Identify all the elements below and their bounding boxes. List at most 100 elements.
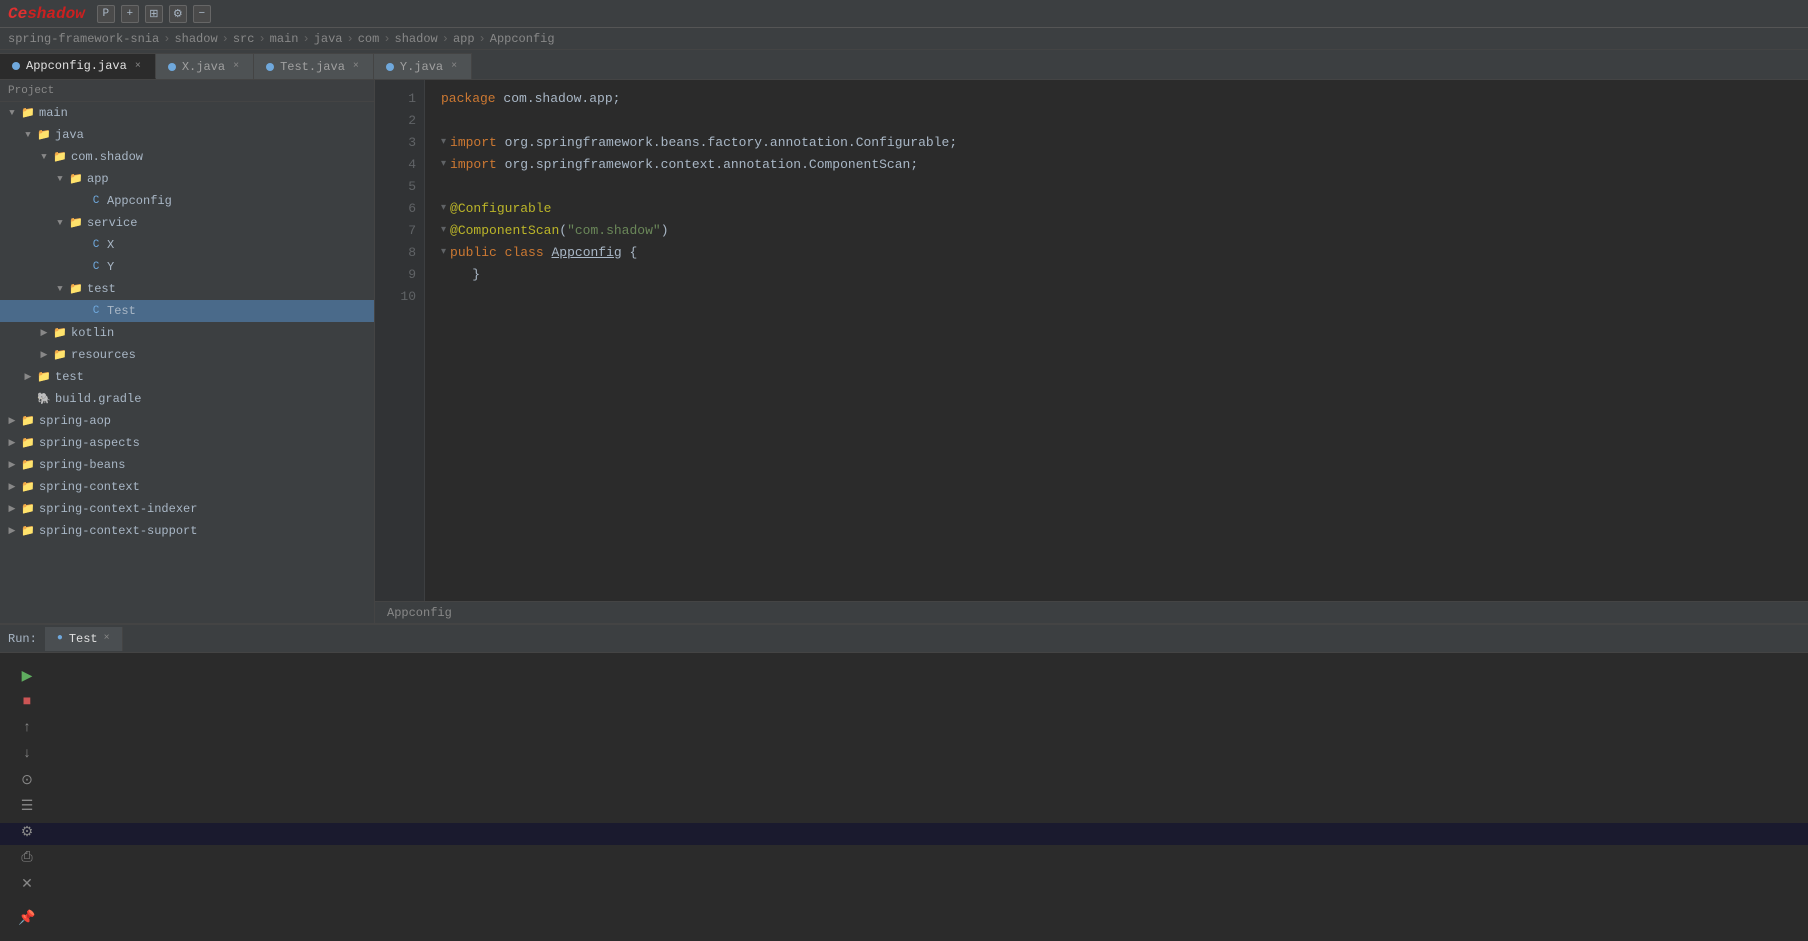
split-icon[interactable]: ⊞ xyxy=(145,5,163,23)
tree-label-java: java xyxy=(55,128,84,142)
run-camera-button[interactable]: ⊙ xyxy=(16,769,38,791)
code-line-1: package com.shadow.app; xyxy=(441,88,1792,110)
tree-item-resources[interactable]: ▶ 📁 resources xyxy=(0,344,374,366)
tree-label-spring-aop: spring-aop xyxy=(39,414,111,428)
line-numbers: 1 2 3 4 5 6 7 8 9 10 xyxy=(375,80,425,601)
add-icon[interactable]: + xyxy=(121,5,139,23)
tree-item-app[interactable]: ▼ 📁 app xyxy=(0,168,374,190)
run-settings-button[interactable]: ⚙ xyxy=(16,821,38,843)
tree-label-appconfig: Appconfig xyxy=(107,194,172,208)
tree-label-y: Y xyxy=(107,260,114,274)
tree-item-test-folder[interactable]: ▼ 📁 test xyxy=(0,278,374,300)
tab-close-y[interactable]: × xyxy=(449,60,459,73)
tab-appconfig[interactable]: Appconfig.java × xyxy=(0,53,156,79)
tree-item-com-shadow[interactable]: ▼ 📁 com.shadow xyxy=(0,146,374,168)
arrow-resources: ▶ xyxy=(36,350,52,360)
tab-dot-test xyxy=(266,63,274,71)
arrow-com-shadow: ▼ xyxy=(36,152,52,162)
tree-item-appconfig[interactable]: C Appconfig xyxy=(0,190,374,212)
sidebar: Project ▼ 📁 main ▼ 📁 java ▼ 📁 com.shadow… xyxy=(0,80,375,623)
minimize-icon[interactable]: − xyxy=(193,5,211,23)
tree-item-spring-context[interactable]: ▶ 📁 spring-context xyxy=(0,476,374,498)
arrow-java: ▼ xyxy=(20,130,36,140)
run-delete-button[interactable]: ✕ xyxy=(16,873,38,895)
tree-item-spring-context-support[interactable]: ▶ 📁 spring-context-support xyxy=(0,520,374,542)
tab-close-x[interactable]: × xyxy=(231,60,241,73)
tree-item-spring-context-indexer[interactable]: ▶ 📁 spring-context-indexer xyxy=(0,498,374,520)
run-arrow-up-button[interactable]: ↑ xyxy=(16,717,38,739)
code-line-5 xyxy=(441,176,1792,198)
run-tab-label-test: Test xyxy=(69,632,98,646)
tab-close-appconfig[interactable]: × xyxy=(133,60,143,73)
tree-item-y[interactable]: C Y xyxy=(0,256,374,278)
tree-item-test-root[interactable]: ▶ 📁 test xyxy=(0,366,374,388)
tree-label-service: service xyxy=(87,216,137,230)
folder-icon-main: 📁 xyxy=(20,106,36,120)
run-tab-dot: ● xyxy=(57,633,63,644)
tree-item-main[interactable]: ▼ 📁 main xyxy=(0,102,374,124)
tab-y[interactable]: Y.java × xyxy=(374,53,472,79)
project-icon[interactable]: P xyxy=(97,5,115,23)
tree-item-java[interactable]: ▼ 📁 java xyxy=(0,124,374,146)
tab-test[interactable]: Test.java × xyxy=(254,53,374,79)
brand-logo: Ceshadow xyxy=(8,5,85,23)
arrow-spring-aspects: ▶ xyxy=(4,438,20,448)
tree-label-main: main xyxy=(39,106,68,120)
tree-item-kotlin[interactable]: ▶ 📁 kotlin xyxy=(0,322,374,344)
tree-label-test-class: Test xyxy=(107,304,136,318)
settings-icon[interactable]: ⚙ xyxy=(169,5,187,23)
run-sidebar-buttons: ▶ ■ ↑ ↓ ⊙ ☰ ⚙ ⎙ ✕ 📌 xyxy=(12,661,42,933)
run-label: Run: xyxy=(0,625,45,653)
arrow-spring-context-indexer: ▶ xyxy=(4,504,20,514)
run-tab-test[interactable]: ● Test × xyxy=(45,627,123,651)
folder-icon-spring-context-support: 📁 xyxy=(20,524,36,538)
tree-item-build-gradle[interactable]: 🐘 build.gradle xyxy=(0,388,374,410)
class-icon-appconfig: C xyxy=(88,195,104,207)
folder-icon-app: 📁 xyxy=(68,172,84,186)
tree-item-test-class[interactable]: C Test xyxy=(0,300,374,322)
arrow-spring-aop: ▶ xyxy=(4,416,20,426)
status-filename: Appconfig xyxy=(387,606,452,620)
breadcrumb: spring-framework-snia › shadow › src › m… xyxy=(0,28,1808,50)
run-list-button[interactable]: ☰ xyxy=(16,795,38,817)
sidebar-header: Project xyxy=(0,80,374,102)
arrow-spring-beans: ▶ xyxy=(4,460,20,470)
fold-icon-6[interactable]: ▾ xyxy=(441,201,446,217)
tree-item-spring-aop[interactable]: ▶ 📁 spring-aop xyxy=(0,410,374,432)
arrow-test-folder: ▼ xyxy=(52,284,68,294)
folder-icon-spring-aspects: 📁 xyxy=(20,436,36,450)
run-play-button[interactable]: ▶ xyxy=(16,665,38,687)
tree-label-build-gradle: build.gradle xyxy=(55,392,141,406)
sidebar-title: Project xyxy=(8,85,54,97)
tree-item-spring-aspects[interactable]: ▶ 📁 spring-aspects xyxy=(0,432,374,454)
tab-label-appconfig: Appconfig.java xyxy=(26,59,127,73)
fold-icon-8[interactable]: ▾ xyxy=(441,245,446,261)
status-bar: Appconfig xyxy=(375,601,1808,623)
fold-icon-3[interactable]: ▾ xyxy=(441,135,446,151)
tab-dot-x xyxy=(168,63,176,71)
tab-close-test[interactable]: × xyxy=(351,60,361,73)
code-editor[interactable]: package com.shadow.app; ▾ import org.spr… xyxy=(425,80,1808,601)
code-line-9: } xyxy=(441,264,1792,286)
fold-icon-4[interactable]: ▾ xyxy=(441,157,446,173)
tree-item-service[interactable]: ▼ 📁 service xyxy=(0,212,374,234)
class-icon-test: C xyxy=(88,305,104,317)
arrow-kotlin: ▶ xyxy=(36,328,52,338)
tree-item-x[interactable]: C X xyxy=(0,234,374,256)
folder-icon-spring-context-indexer: 📁 xyxy=(20,502,36,516)
run-stop-button[interactable]: ■ xyxy=(16,691,38,713)
folder-icon-spring-beans: 📁 xyxy=(20,458,36,472)
run-pin-button[interactable]: 📌 xyxy=(16,907,38,929)
tree-label-spring-beans: spring-beans xyxy=(39,458,125,472)
run-print-button[interactable]: ⎙ xyxy=(16,847,38,869)
run-content: ▶ ■ ↑ ↓ ⊙ ☰ ⚙ ⎙ ✕ 📌 xyxy=(0,653,1808,941)
fold-icon-7[interactable]: ▾ xyxy=(441,223,446,239)
arrow-main: ▼ xyxy=(4,108,20,118)
folder-icon-spring-aop: 📁 xyxy=(20,414,36,428)
tab-x[interactable]: X.java × xyxy=(156,53,254,79)
run-tab-close[interactable]: × xyxy=(104,633,110,644)
tree-label-spring-aspects: spring-aspects xyxy=(39,436,140,450)
tree-item-spring-beans[interactable]: ▶ 📁 spring-beans xyxy=(0,454,374,476)
code-line-2 xyxy=(441,110,1792,132)
run-arrow-down-button[interactable]: ↓ xyxy=(16,743,38,765)
